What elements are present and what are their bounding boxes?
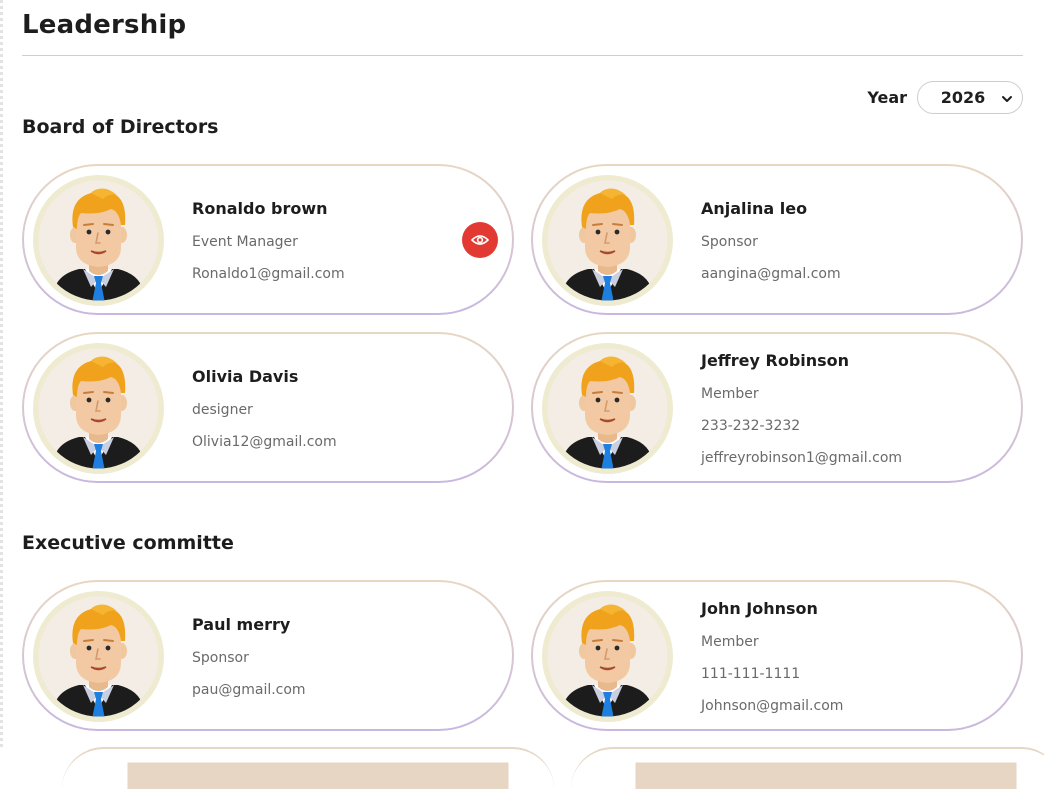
member-card-partial [571, 747, 1044, 789]
member-card[interactable]: Ronaldo brown Event Manager Ronaldo1@gma… [22, 164, 514, 315]
member-card-partial [62, 747, 554, 789]
section-title-board: Board of Directors [22, 116, 219, 138]
member-email: pau@gmail.com [192, 682, 306, 698]
member-role: Member [701, 386, 759, 402]
member-phone: 111-111-1111 [701, 666, 801, 682]
member-phone: 233-232-3232 [701, 418, 801, 434]
view-button[interactable] [462, 222, 498, 258]
page-edge-dots [0, 0, 3, 750]
member-name: Ronaldo brown [192, 199, 328, 218]
member-card[interactable]: Anjalina leo Sponsor aangina@gmal.com [531, 164, 1023, 315]
avatar [542, 175, 673, 306]
member-role: Event Manager [192, 234, 298, 250]
year-value: 2026 [940, 88, 986, 107]
member-email: Johnson@gmail.com [701, 698, 844, 714]
avatar [33, 175, 164, 306]
page-title: Leadership [22, 10, 187, 40]
chevron-down-icon [1000, 91, 1014, 110]
member-card[interactable]: Jeffrey Robinson Member 233-232-3232 jef… [531, 332, 1023, 483]
member-name: Paul merry [192, 615, 291, 634]
member-name: Olivia Davis [192, 367, 299, 386]
member-card[interactable]: Paul merry Sponsor pau@gmail.com [22, 580, 514, 731]
member-role: designer [192, 402, 253, 418]
member-name: John Johnson [701, 599, 818, 618]
member-name: Anjalina leo [701, 199, 808, 218]
eye-icon [470, 231, 490, 250]
member-role: Member [701, 634, 759, 650]
member-email: Ronaldo1@gmail.com [192, 266, 345, 282]
member-email: Olivia12@gmail.com [192, 434, 337, 450]
member-email: jeffreyrobinson1@gmail.com [701, 450, 903, 466]
avatar [33, 591, 164, 722]
avatar [33, 343, 164, 474]
member-role: Sponsor [192, 650, 249, 666]
member-name: Jeffrey Robinson [701, 351, 850, 370]
year-filter: Year 2026 [867, 81, 1023, 114]
section-title-executive: Executive committe [22, 532, 234, 554]
title-divider [22, 55, 1023, 56]
avatar [542, 343, 673, 474]
year-label: Year [867, 88, 907, 107]
member-card[interactable]: John Johnson Member 111-111-1111 Johnson… [531, 580, 1023, 731]
member-card[interactable]: Olivia Davis designer Olivia12@gmail.com [22, 332, 514, 483]
avatar [542, 591, 673, 722]
year-select[interactable]: 2026 [917, 81, 1023, 114]
member-role: Sponsor [701, 234, 758, 250]
member-email: aangina@gmal.com [701, 266, 841, 282]
